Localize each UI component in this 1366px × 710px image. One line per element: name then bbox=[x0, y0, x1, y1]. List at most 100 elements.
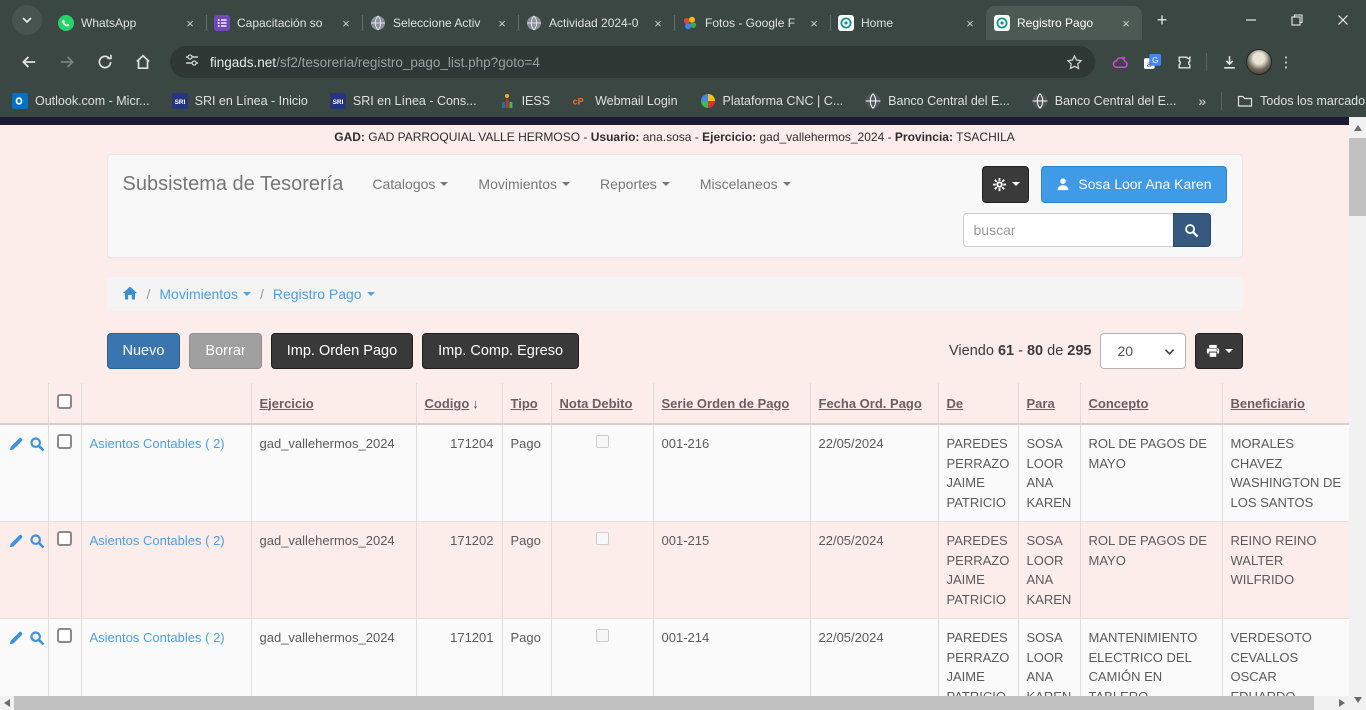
edit-pencil-icon[interactable] bbox=[8, 533, 24, 555]
tab-close-icon[interactable]: × bbox=[338, 15, 354, 31]
search-input[interactable] bbox=[963, 213, 1173, 247]
breadcrumb-home-link[interactable] bbox=[122, 285, 138, 304]
bookmark-outlook[interactable]: Outlook.com - Micr... bbox=[12, 93, 150, 109]
browser-tab-seleccione[interactable]: Seleccione Activ × bbox=[362, 6, 518, 40]
window-restore-button[interactable] bbox=[1274, 0, 1320, 40]
view-magnifier-icon[interactable] bbox=[29, 533, 45, 555]
select-all-checkbox[interactable] bbox=[57, 394, 72, 409]
menu-reportes[interactable]: Reportes bbox=[585, 176, 685, 192]
view-magnifier-icon[interactable] bbox=[29, 436, 45, 458]
tab-close-icon[interactable]: × bbox=[1118, 15, 1134, 31]
cell-ejercicio: gad_vallehermos_2024 bbox=[251, 424, 416, 522]
browser-tab-whatsapp[interactable]: WhatsApp × bbox=[50, 6, 206, 40]
column-sort-link[interactable]: De bbox=[947, 396, 964, 411]
breadcrumb-movimientos-link[interactable]: Movimientos bbox=[159, 286, 251, 302]
header-beneficiario: Beneficiario bbox=[1222, 383, 1349, 424]
scroll-up-arrow-icon[interactable] bbox=[1349, 119, 1366, 136]
profile-avatar[interactable] bbox=[1246, 49, 1272, 75]
gad-value: GAD PARROQUIAL VALLE HERMOSO - bbox=[365, 130, 591, 144]
extensions-puzzle-icon[interactable] bbox=[1169, 47, 1199, 77]
bookmark-label: Banco Central del E... bbox=[888, 94, 1010, 108]
browser-tab-registro-pago-active[interactable]: Registro Pago × bbox=[986, 6, 1142, 40]
scroll-right-arrow-icon[interactable] bbox=[1335, 699, 1349, 707]
window-minimize-button[interactable] bbox=[1228, 0, 1274, 40]
url-omnibox[interactable]: fingads.net/sf2/tesoreria/registro_pago_… bbox=[170, 46, 1095, 78]
bookmark-sri-consultas[interactable]: SRISRI en Línea - Cons... bbox=[330, 93, 477, 109]
browser-menu-icon[interactable]: ⋮ bbox=[1274, 53, 1298, 71]
downloads-icon[interactable] bbox=[1214, 47, 1244, 77]
delete-button[interactable]: Borrar bbox=[189, 333, 261, 369]
print-list-button[interactable] bbox=[1195, 333, 1243, 369]
bookmark-cnc[interactable]: Plataforma CNC | C... bbox=[700, 93, 844, 109]
search-button[interactable] bbox=[1173, 213, 1211, 247]
row-checkbox[interactable] bbox=[57, 531, 72, 546]
column-sort-link[interactable]: Serie Orden de Pago bbox=[662, 396, 790, 411]
print-payment-order-button[interactable]: Imp. Orden Pago bbox=[271, 333, 413, 369]
tab-close-icon[interactable]: × bbox=[650, 15, 666, 31]
row-checkbox[interactable] bbox=[57, 628, 72, 643]
asientos-contables-link[interactable]: Asientos Contables ( 2) bbox=[90, 630, 225, 645]
column-sort-link[interactable]: Beneficiario bbox=[1231, 396, 1305, 411]
settings-gear-button[interactable] bbox=[982, 166, 1029, 203]
menu-movimientos[interactable]: Movimientos bbox=[463, 176, 585, 192]
column-sort-link[interactable]: Codigo bbox=[425, 396, 470, 411]
bookmark-webmail[interactable]: cPWebmail Login bbox=[572, 93, 677, 109]
vertical-scrollbar[interactable] bbox=[1349, 117, 1366, 710]
column-sort-link[interactable]: Fecha Ord. Pago bbox=[819, 396, 922, 411]
browser-tab-fotos[interactable]: Fotos - Google F × bbox=[674, 6, 830, 40]
page-size-select[interactable]: 20 bbox=[1100, 333, 1186, 369]
browser-tab-actividad[interactable]: Actividad 2024-0 × bbox=[518, 6, 674, 40]
horizontal-scrollbar[interactable] bbox=[0, 696, 1349, 710]
home-button[interactable] bbox=[127, 46, 159, 78]
svg-text:SRI: SRI bbox=[174, 99, 185, 106]
app-brand[interactable]: Subsistema de Tesorería bbox=[123, 173, 344, 196]
column-sort-link[interactable]: Concepto bbox=[1089, 396, 1149, 411]
gad-info-bar: GAD: GAD PARROQUIAL VALLE HERMOSO - Usua… bbox=[0, 125, 1349, 148]
column-sort-link[interactable]: Tipo bbox=[511, 396, 538, 411]
horizontal-scrollbar-thumb[interactable] bbox=[14, 696, 1314, 710]
bookmark-iess[interactable]: IESS bbox=[499, 93, 551, 109]
window-close-button[interactable] bbox=[1320, 0, 1366, 40]
chevron-down-icon bbox=[1164, 343, 1175, 359]
forward-button[interactable] bbox=[51, 46, 83, 78]
reload-button[interactable] bbox=[89, 46, 121, 78]
asientos-contables-link[interactable]: Asientos Contables ( 2) bbox=[90, 533, 225, 548]
tab-close-icon[interactable]: × bbox=[494, 15, 510, 31]
new-tab-button[interactable]: + bbox=[1148, 6, 1176, 34]
bookmark-banco-central-1[interactable]: Banco Central del E... bbox=[865, 93, 1010, 109]
edit-pencil-icon[interactable] bbox=[8, 436, 24, 458]
browser-tab-forms[interactable]: Capacitación so × bbox=[206, 6, 362, 40]
view-magnifier-icon[interactable] bbox=[29, 630, 45, 652]
menu-catalogos[interactable]: Catalogos bbox=[357, 176, 463, 192]
row-checkbox[interactable] bbox=[57, 434, 72, 449]
weather-extension-icon[interactable] bbox=[1105, 47, 1135, 77]
column-sort-link[interactable]: Para bbox=[1027, 396, 1055, 411]
back-button[interactable] bbox=[13, 46, 45, 78]
navbar-right-group: Sosa Loor Ana Karen bbox=[982, 166, 1226, 203]
user-account-button[interactable]: Sosa Loor Ana Karen bbox=[1041, 166, 1226, 203]
tab-close-icon[interactable]: × bbox=[962, 15, 978, 31]
column-sort-link[interactable]: Ejercicio bbox=[260, 396, 314, 411]
translate-extension-icon[interactable]: Ga bbox=[1137, 47, 1167, 77]
edit-pencil-icon[interactable] bbox=[8, 630, 24, 652]
vertical-scrollbar-thumb[interactable] bbox=[1349, 138, 1366, 216]
bookmark-sri-inicio[interactable]: SRISRI en Línea - Inicio bbox=[172, 93, 308, 109]
print-expense-receipt-button[interactable]: Imp. Comp. Egreso bbox=[422, 333, 579, 369]
tab-close-icon[interactable]: × bbox=[806, 15, 822, 31]
tab-close-icon[interactable]: × bbox=[182, 15, 198, 31]
all-bookmarks-button[interactable]: Todos los marcadores bbox=[1237, 93, 1366, 109]
site-settings-icon[interactable] bbox=[184, 52, 200, 73]
bookmarks-overflow-icon[interactable]: » bbox=[1198, 93, 1206, 109]
bookmark-star-icon[interactable] bbox=[1059, 47, 1089, 77]
asientos-contables-link[interactable]: Asientos Contables ( 2) bbox=[90, 436, 225, 451]
scroll-down-arrow-icon[interactable] bbox=[1349, 691, 1366, 708]
bookmark-banco-central-2[interactable]: Banco Central del E... bbox=[1032, 93, 1177, 109]
new-button[interactable]: Nuevo bbox=[107, 333, 181, 369]
scroll-left-arrow-icon[interactable] bbox=[0, 699, 14, 707]
cell-para: SOSA LOOR ANA KAREN bbox=[1018, 522, 1080, 619]
menu-miscelaneos[interactable]: Miscelaneos bbox=[685, 176, 806, 192]
browser-tab-home[interactable]: Home × bbox=[830, 6, 986, 40]
column-sort-link[interactable]: Nota Debito bbox=[560, 396, 633, 411]
breadcrumb-registro-pago-link[interactable]: Registro Pago bbox=[273, 286, 375, 302]
tab-list-chevron-button[interactable] bbox=[12, 5, 42, 35]
